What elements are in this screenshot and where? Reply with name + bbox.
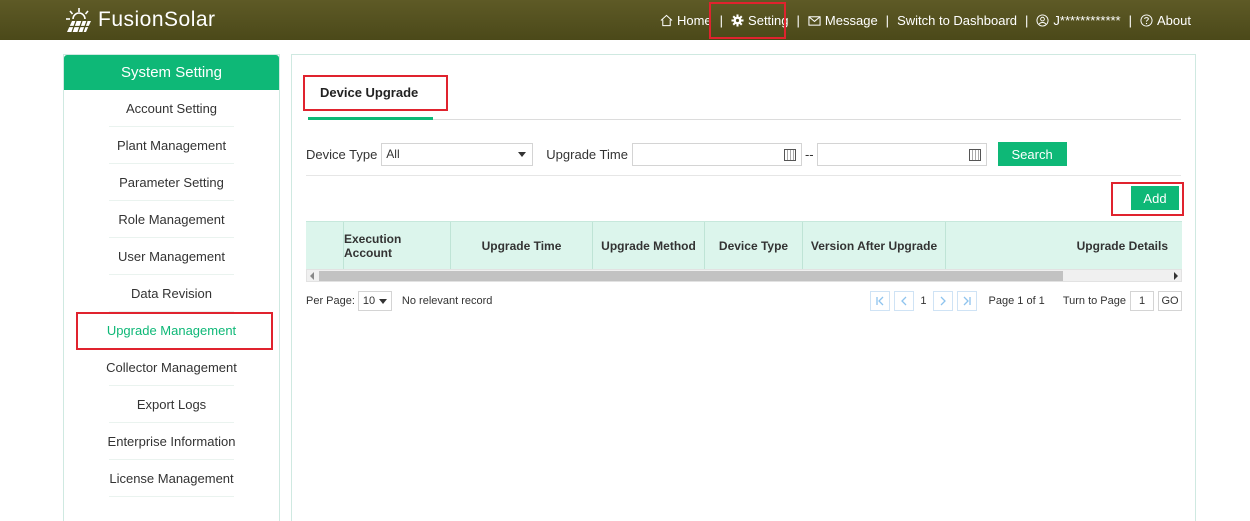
nav-separator: |: [885, 12, 890, 28]
column-header[interactable]: Upgrade Details: [946, 222, 1182, 269]
upgrade-table-header: Execution Account Upgrade Time Upgrade M…: [306, 221, 1182, 269]
logo[interactable]: FusionSolar: [64, 6, 216, 34]
turn-to-page-input[interactable]: 1: [1130, 291, 1154, 311]
scrollbar-thumb[interactable]: [319, 271, 1063, 281]
horizontal-scrollbar[interactable]: [306, 269, 1182, 282]
scroll-right-icon[interactable]: [1174, 272, 1178, 280]
nav-dashboard[interactable]: Switch to Dashboard: [894, 13, 1020, 28]
pagination-controls: 1 Page 1 of 1 Turn to Page 1 GO: [870, 291, 1182, 311]
tab-divider: [308, 119, 1181, 120]
sidebar-item-account-setting[interactable]: Account Setting: [64, 90, 279, 127]
top-bar: FusionSolar Home | Setting | Message | S…: [0, 0, 1250, 40]
user-icon: [1036, 13, 1049, 27]
sidebar-item-enterprise-information[interactable]: Enterprise Information: [64, 423, 279, 460]
next-page-icon[interactable]: [932, 291, 953, 311]
page-info: Page 1 of 1: [988, 295, 1045, 307]
turn-to-page-label: Turn to Page: [1062, 295, 1126, 307]
pagination-bar: Per Page: 10 No relevant record 1 Page 1…: [306, 291, 1182, 311]
sun-logo-icon: [66, 8, 91, 33]
sidebar-item-license-management[interactable]: License Management: [64, 460, 279, 497]
nav-message[interactable]: Message: [805, 13, 881, 28]
device-type-value: All: [386, 147, 400, 161]
per-page-label: Per Page:: [306, 295, 355, 307]
nav-user[interactable]: J************: [1033, 13, 1123, 28]
tab-highlight-box: [303, 75, 448, 111]
sidebar-title: System Setting: [64, 55, 279, 90]
sidebar-item-role-management[interactable]: Role Management: [64, 201, 279, 238]
sidebar-item-collector-management[interactable]: Collector Management: [64, 349, 279, 386]
no-record-text: No relevant record: [401, 295, 493, 307]
calendar-icon[interactable]: [968, 148, 981, 161]
nav-home-label: Home: [676, 12, 712, 28]
nav-about-label: About: [1157, 12, 1191, 28]
filter-divider: [306, 175, 1181, 176]
envelope-icon: [808, 15, 821, 26]
chevron-down-icon: [518, 151, 527, 157]
nav-user-label: J************: [1053, 12, 1121, 28]
table-header-checkbox-col: [306, 222, 344, 269]
main-panel: Device Upgrade Device Type All Upgrade T…: [291, 54, 1196, 521]
go-button[interactable]: GO: [1158, 291, 1182, 311]
calendar-icon[interactable]: [783, 148, 796, 161]
date-range-separator: --: [804, 146, 814, 162]
sidebar-item-user-management[interactable]: User Management: [64, 238, 279, 275]
nav-separator: |: [1128, 12, 1133, 28]
column-header[interactable]: Execution Account: [344, 222, 451, 269]
question-icon: [1140, 13, 1153, 27]
sidebar-item-export-logs[interactable]: Export Logs: [64, 386, 279, 423]
scroll-left-icon[interactable]: [310, 272, 314, 280]
filter-bar: Device Type All Upgrade Time -- Search: [306, 142, 1067, 166]
setting-highlight-box: [709, 2, 786, 39]
nav-separator: |: [1025, 12, 1029, 28]
nav-home[interactable]: Home: [657, 13, 715, 28]
current-page-number: 1: [920, 295, 927, 307]
first-page-icon[interactable]: [870, 291, 891, 311]
sidebar-item-parameter-setting[interactable]: Parameter Setting: [64, 164, 279, 201]
brand-name: FusionSolar: [98, 8, 216, 31]
nav-dashboard-label: Switch to Dashboard: [897, 12, 1018, 28]
last-page-icon[interactable]: [956, 291, 977, 311]
device-type-label: Device Type: [306, 146, 378, 162]
home-icon: [660, 14, 673, 26]
device-type-select[interactable]: All: [381, 142, 534, 166]
settings-sidebar: System Setting Account Setting Plant Man…: [63, 54, 280, 521]
sidebar-item-data-revision[interactable]: Data Revision: [64, 275, 279, 312]
end-date-input[interactable]: [816, 142, 987, 166]
per-page-value: 10: [362, 295, 376, 307]
active-tab-indicator: [308, 117, 433, 120]
start-date-input[interactable]: [631, 142, 802, 166]
upgrade-time-label: Upgrade Time: [546, 146, 628, 162]
search-button[interactable]: Search: [997, 142, 1067, 166]
nav-separator: |: [796, 12, 800, 28]
add-highlight-box: [1111, 182, 1184, 216]
upgrade-management-highlight-box: [76, 312, 273, 350]
column-header[interactable]: Upgrade Time: [451, 222, 593, 269]
nav-about[interactable]: About: [1137, 13, 1194, 28]
column-header[interactable]: Upgrade Method: [593, 222, 705, 269]
column-header[interactable]: Device Type: [705, 222, 803, 269]
chevron-down-icon: [378, 298, 387, 304]
sidebar-item-plant-management[interactable]: Plant Management: [64, 127, 279, 164]
nav-message-label: Message: [824, 12, 878, 28]
column-header[interactable]: Version After Upgrade: [803, 222, 946, 269]
prev-page-icon[interactable]: [894, 291, 915, 311]
per-page-select[interactable]: 10: [357, 291, 392, 311]
